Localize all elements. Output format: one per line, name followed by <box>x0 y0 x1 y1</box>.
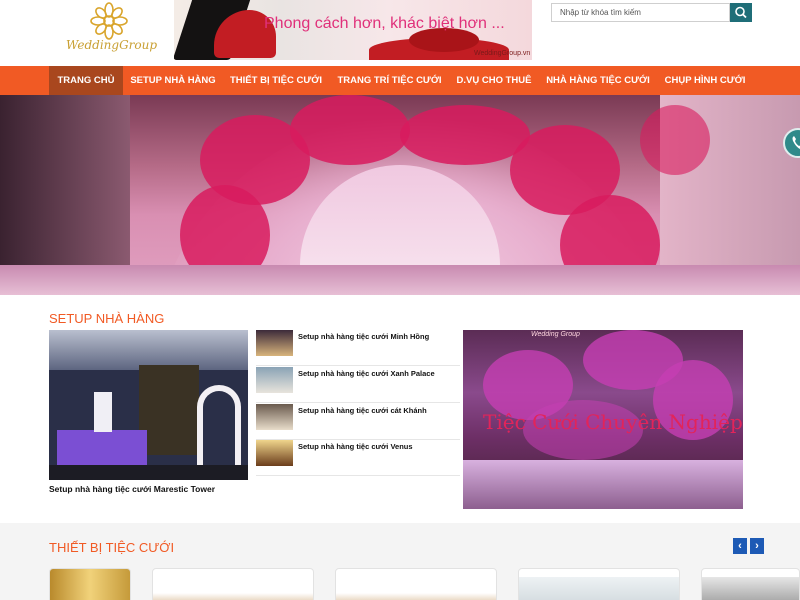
search-icon <box>735 6 747 19</box>
nav-item-photo[interactable]: CHỤP HÌNH CƯỚI <box>658 66 752 95</box>
carousel-next-button[interactable]: › <box>750 538 764 554</box>
flower-logo-icon <box>90 2 128 40</box>
product-image[interactable] <box>519 577 679 600</box>
nav-item-setup[interactable]: SETUP NHÀ HÀNG <box>125 66 221 95</box>
hero-slider[interactable] <box>0 95 800 295</box>
list-item[interactable]: Setup nhà hàng tiệc cưới Minh Hồng <box>256 330 460 366</box>
promo-table <box>463 460 743 509</box>
banner-slogan: Phong cách hơn, khác biệt hơn ... <box>264 15 505 32</box>
image-detail <box>94 392 112 432</box>
featured-setup-caption[interactable]: Setup nhà hàng tiệc cưới Marestic Tower <box>49 484 215 494</box>
list-thumb[interactable] <box>256 404 293 430</box>
search-button[interactable] <box>730 3 752 22</box>
search-input[interactable] <box>551 3 730 22</box>
image-detail <box>139 365 199 455</box>
image-detail <box>57 430 147 470</box>
product-image[interactable] <box>336 593 496 600</box>
list-thumb[interactable] <box>256 367 293 393</box>
header-banner[interactable]: Phong cách hơn, khác biệt hơn ... Weddin… <box>174 0 532 60</box>
image-detail <box>49 465 248 480</box>
list-item-label[interactable]: Setup nhà hàng tiệc cưới Xanh Palace <box>298 369 435 378</box>
nav-item-rental[interactable]: D.VỤ CHO THUÊ <box>450 66 538 95</box>
nav-item-restaurants[interactable]: NHÀ HÀNG TIỆC CƯỚI <box>540 66 656 95</box>
phone-icon <box>792 136 800 149</box>
product-card[interactable] <box>518 568 680 600</box>
site-header: WeddingGroup Phong cách hơn, khác biệt h… <box>0 0 800 66</box>
product-card[interactable] <box>152 568 314 600</box>
phone-call-button[interactable] <box>783 128 800 158</box>
promo-image[interactable]: Wedding Group Tiệc Cưới Chuyên Nghiệp <box>463 330 743 509</box>
main-nav: TRANG CHỦ SETUP NHÀ HÀNG THIẾT BỊ TIỆC C… <box>0 66 800 95</box>
nav-item-home[interactable]: TRANG CHỦ <box>49 66 123 95</box>
list-item[interactable]: Setup nhà hàng tiệc cưới Venus <box>256 440 460 476</box>
product-card[interactable] <box>335 568 497 600</box>
list-thumb[interactable] <box>256 440 293 466</box>
image-detail <box>197 385 241 465</box>
section-title-setup: SETUP NHÀ HÀNG <box>49 311 165 326</box>
list-item[interactable]: Setup nhà hàng tiệc cưới Xanh Palace <box>256 367 460 403</box>
hero-floor <box>0 265 800 295</box>
carousel-prev-button[interactable]: ‹ <box>733 538 747 554</box>
product-card[interactable] <box>701 568 800 600</box>
product-image[interactable] <box>50 569 130 600</box>
search-box <box>551 3 752 22</box>
hero-flowers <box>400 105 530 165</box>
promo-watermark: Wedding Group <box>531 331 580 338</box>
list-item-label[interactable]: Setup nhà hàng tiệc cưới Venus <box>298 442 413 451</box>
nav-item-decoration[interactable]: TRANG TRÍ TIỆC CƯỚI <box>331 66 448 95</box>
list-item[interactable]: Setup nhà hàng tiệc cưới cát Khánh <box>256 404 460 440</box>
product-card[interactable] <box>49 568 131 600</box>
featured-setup-image[interactable] <box>49 330 248 480</box>
hero-flowers <box>290 95 410 165</box>
hero-flowers <box>640 105 710 175</box>
list-item-label[interactable]: Setup nhà hàng tiệc cưới Minh Hồng <box>298 332 429 341</box>
image-detail <box>49 330 248 370</box>
banner-watermark: WeddingGroup.vn <box>474 50 531 57</box>
product-image[interactable] <box>153 593 313 600</box>
site-logo[interactable]: WeddingGroup <box>66 2 158 60</box>
logo-text: WeddingGroup <box>66 38 158 52</box>
section-title-equipment: THIẾT BỊ TIỆC CƯỚI <box>49 540 175 555</box>
promo-heading: Tiệc Cưới Chuyên Nghiệp <box>483 410 743 434</box>
list-item-label[interactable]: Setup nhà hàng tiệc cưới cát Khánh <box>298 406 427 415</box>
list-thumb[interactable] <box>256 330 293 356</box>
product-image[interactable] <box>702 577 799 600</box>
nav-item-equipment[interactable]: THIẾT BỊ TIỆC CƯỚI <box>223 66 329 95</box>
